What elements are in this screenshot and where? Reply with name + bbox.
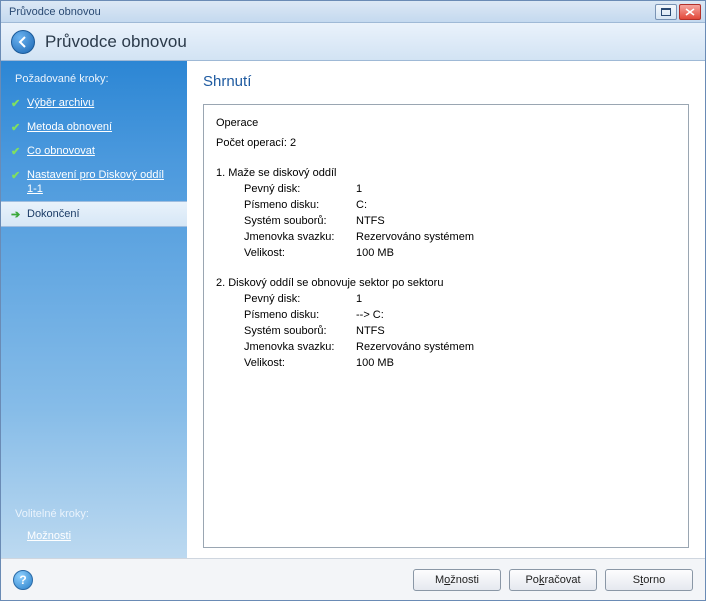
- operation-row: Systém souborů:NTFS: [216, 213, 676, 229]
- check-icon: ✔: [11, 121, 21, 131]
- check-icon: ✔: [11, 145, 21, 155]
- row-key: Jmenovka svazku:: [244, 339, 356, 355]
- operation-block: 1. Maže se diskový oddílPevný disk:1Písm…: [216, 165, 676, 261]
- row-value: Rezervováno systémem: [356, 339, 474, 355]
- row-key: Systém souborů:: [244, 323, 356, 339]
- sidebar-spacer: [1, 227, 187, 504]
- summary-title: Shrnutí: [203, 73, 689, 90]
- operation-row: Pevný disk:1: [216, 181, 676, 197]
- maximize-button[interactable]: [655, 4, 677, 20]
- back-button[interactable]: [11, 30, 35, 54]
- summary-box: Operace Počet operací: 2 1. Maže se disk…: [203, 104, 689, 548]
- step-select-archive[interactable]: ✔ Výběr archivu: [1, 91, 187, 115]
- main-content: Shrnutí Operace Počet operací: 2 1. Maže…: [187, 61, 705, 558]
- window-title: Průvodce obnovou: [5, 6, 655, 18]
- step-label: Výběr archivu: [27, 97, 94, 109]
- continue-button[interactable]: Pokračovat: [509, 569, 597, 591]
- operations-count: Počet operací: 2: [216, 135, 676, 151]
- row-key: Velikost:: [244, 355, 356, 371]
- button-text: Možnosti: [435, 574, 479, 586]
- row-key: Pevný disk:: [244, 181, 356, 197]
- operation-heading: 2. Diskový oddíl se obnovuje sektor po s…: [216, 275, 676, 291]
- back-arrow-icon: [16, 35, 30, 49]
- row-key: Jmenovka svazku:: [244, 229, 356, 245]
- operation-row: Písmeno disku:--> C:: [216, 307, 676, 323]
- step-recovery-method[interactable]: ✔ Metoda obnovení: [1, 115, 187, 139]
- button-text: Storno: [633, 574, 665, 586]
- operation-row: Jmenovka svazku:Rezervováno systémem: [216, 229, 676, 245]
- operation-row: Jmenovka svazku:Rezervováno systémem: [216, 339, 676, 355]
- step-partition-settings[interactable]: ✔ Nastavení pro Diskový oddíl 1-1: [1, 163, 187, 201]
- check-icon: ✔: [11, 97, 21, 107]
- operation-heading: 1. Maže se diskový oddíl: [216, 165, 676, 181]
- body: Požadované kroky: ✔ Výběr archivu ✔ Meto…: [1, 61, 705, 558]
- operations-heading: Operace: [216, 115, 676, 131]
- row-key: Pevný disk:: [244, 291, 356, 307]
- row-value: C:: [356, 197, 367, 213]
- wizard-window: Průvodce obnovou Průvodce obnovou Požado…: [0, 0, 706, 601]
- row-key: Písmeno disku:: [244, 307, 356, 323]
- header: Průvodce obnovou: [1, 23, 705, 61]
- row-key: Písmeno disku:: [244, 197, 356, 213]
- required-steps-heading: Požadované kroky:: [1, 69, 187, 91]
- row-key: Velikost:: [244, 245, 356, 261]
- optional-step-options[interactable]: Možnosti: [1, 526, 187, 548]
- check-icon: ✔: [11, 169, 21, 179]
- sidebar: Požadované kroky: ✔ Výběr archivu ✔ Meto…: [1, 61, 187, 558]
- step-label: Dokončení: [27, 208, 80, 220]
- row-value: --> C:: [356, 307, 384, 323]
- row-value: 100 MB: [356, 245, 394, 261]
- row-value: 1: [356, 181, 362, 197]
- optional-step-label: Možnosti: [27, 530, 71, 542]
- step-label: Co obnovovat: [27, 145, 95, 157]
- operation-row: Systém souborů:NTFS: [216, 323, 676, 339]
- optional-steps-heading: Volitelné kroky:: [1, 504, 187, 526]
- step-what-to-recover[interactable]: ✔ Co obnovovat: [1, 139, 187, 163]
- operation-row: Pevný disk:1: [216, 291, 676, 307]
- titlebar: Průvodce obnovou: [1, 1, 705, 23]
- button-text: Pokračovat: [525, 574, 580, 586]
- close-button[interactable]: [679, 4, 701, 20]
- row-value: NTFS: [356, 213, 385, 229]
- step-finish[interactable]: ➔ Dokončení: [1, 201, 187, 227]
- operation-row: Písmeno disku:C:: [216, 197, 676, 213]
- step-label: Nastavení pro Diskový oddíl 1-1: [27, 169, 164, 195]
- row-key: Systém souborů:: [244, 213, 356, 229]
- operations-list: 1. Maže se diskový oddílPevný disk:1Písm…: [216, 165, 676, 371]
- help-icon: ?: [19, 573, 26, 587]
- operation-row: Velikost:100 MB: [216, 355, 676, 371]
- cancel-button[interactable]: Storno: [605, 569, 693, 591]
- help-button[interactable]: ?: [13, 570, 33, 590]
- row-value: Rezervováno systémem: [356, 229, 474, 245]
- step-label: Metoda obnovení: [27, 121, 112, 133]
- row-value: 1: [356, 291, 362, 307]
- page-title: Průvodce obnovou: [45, 32, 187, 52]
- footer: ? Možnosti Pokračovat Storno: [1, 558, 705, 600]
- operation-row: Velikost:100 MB: [216, 245, 676, 261]
- row-value: NTFS: [356, 323, 385, 339]
- active-step-arrow-icon: ➔: [11, 208, 20, 222]
- options-button[interactable]: Možnosti: [413, 569, 501, 591]
- titlebar-controls: [655, 4, 701, 20]
- operation-block: 2. Diskový oddíl se obnovuje sektor po s…: [216, 275, 676, 371]
- close-icon: [685, 8, 695, 16]
- maximize-icon: [661, 8, 671, 16]
- row-value: 100 MB: [356, 355, 394, 371]
